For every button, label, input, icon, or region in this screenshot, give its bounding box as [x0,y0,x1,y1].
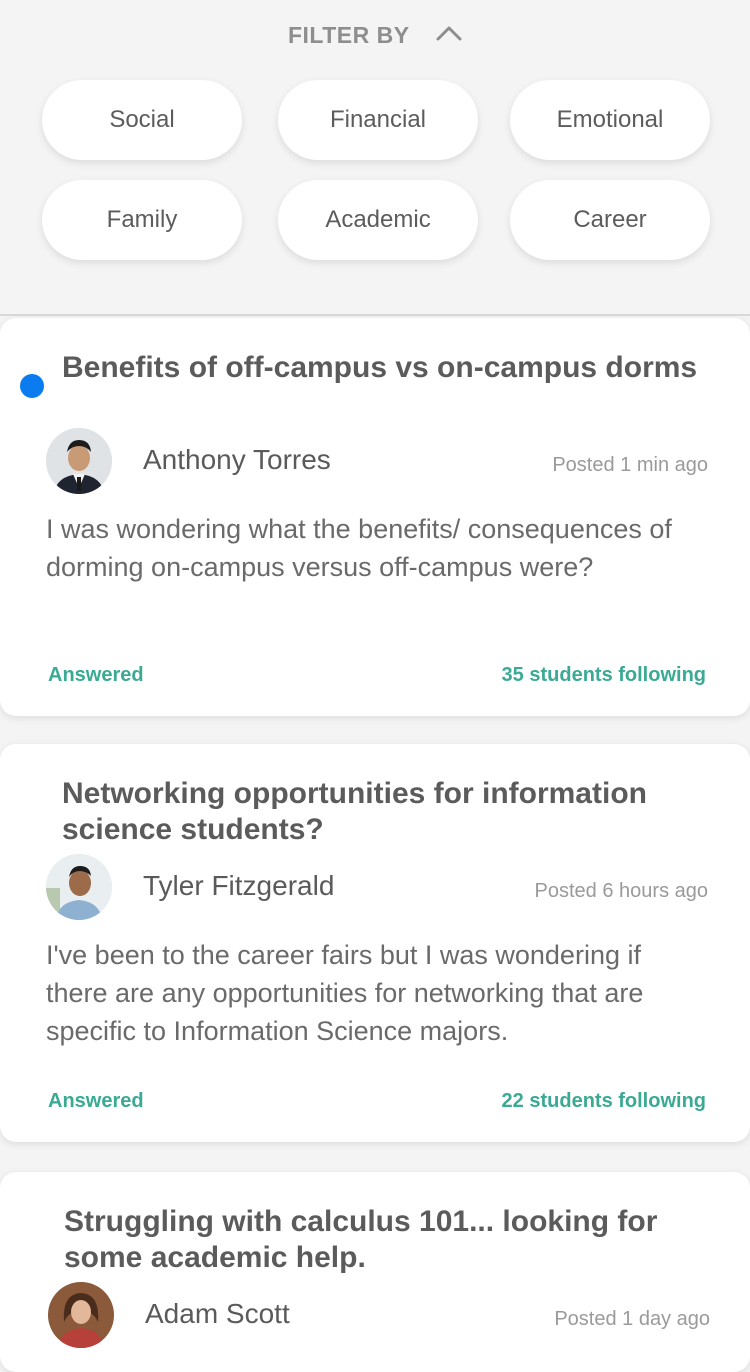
post-title[interactable]: Benefits of off-campus vs on-campus dorm… [62,350,702,386]
filter-chip-social[interactable]: Social [42,80,242,160]
author-name[interactable]: Anthony Torres [143,444,331,476]
post-title[interactable]: Struggling with calculus 101... looking … [64,1204,704,1276]
status-badge: Answered [48,664,144,686]
avatar[interactable] [46,854,112,920]
filter-toggle[interactable]: FILTER BY [0,22,750,49]
filter-chip-financial[interactable]: Financial [278,80,478,160]
post-card[interactable]: Benefits of off-campus vs on-campus dorm… [0,318,750,716]
filter-chip-emotional[interactable]: Emotional [510,80,710,160]
post-card[interactable]: Networking opportunities for information… [0,744,750,1142]
post-body: I've been to the career fairs but I was … [46,940,644,1046]
post-time: Posted 1 day ago [554,1308,710,1330]
filter-chip-family[interactable]: Family [42,180,242,260]
unread-indicator [20,374,44,398]
status-badge: Answered [48,1090,144,1112]
post-body: I was wondering what the benefits/ conse… [46,514,672,582]
followers-count[interactable]: 35 students following [502,664,706,687]
chevron-up-icon[interactable] [436,20,462,47]
author-name[interactable]: Tyler Fitzgerald [143,870,334,902]
followers-count[interactable]: 22 students following [502,1090,706,1113]
filter-chip-career[interactable]: Career [510,180,710,260]
post-time: Posted 6 hours ago [534,880,708,902]
avatar[interactable] [46,428,112,494]
post-time: Posted 1 min ago [552,454,708,476]
filter-label: FILTER BY [287,22,410,48]
filter-panel: FILTER BY Social Financial Emotional Fam… [0,0,750,314]
avatar[interactable] [48,1282,114,1348]
author-name[interactable]: Adam Scott [145,1298,290,1330]
post-title[interactable]: Networking opportunities for information… [62,776,702,848]
filter-chip-academic[interactable]: Academic [278,180,478,260]
divider [0,314,750,316]
post-card[interactable]: Struggling with calculus 101... looking … [0,1172,750,1372]
